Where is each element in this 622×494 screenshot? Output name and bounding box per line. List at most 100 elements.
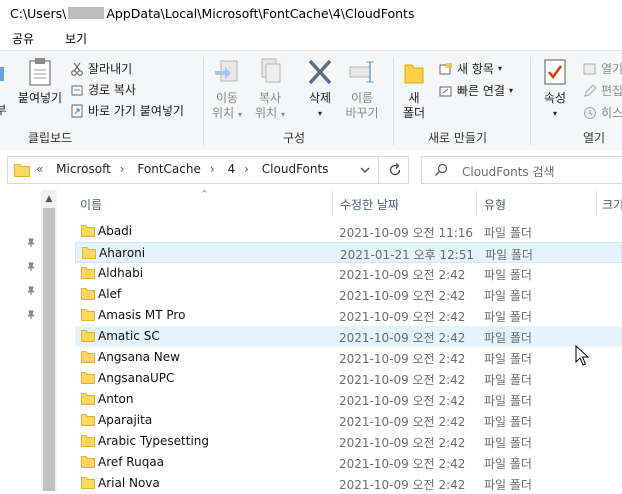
history-button[interactable]: 히스 (583, 104, 622, 121)
open-button[interactable]: 열기 (583, 60, 622, 77)
chevron-down-icon: ▾ (317, 109, 322, 118)
redacted-username (68, 7, 105, 19)
search-input[interactable]: CloudFonts 검색 (462, 163, 555, 180)
file-date: 2021-10-09 오전 2:42 (339, 289, 466, 303)
easy-access-button[interactable]: 빠른 연결 ▾ (439, 82, 513, 99)
column-name[interactable]: 이름 (80, 196, 102, 213)
copy-to-icon (261, 58, 281, 83)
rename-button[interactable]: 이름 바꾸기 (342, 57, 382, 121)
window-title: C:\Users\ AppData\Local\Microsoft\FontCac… (10, 6, 414, 21)
file-row[interactable]: Arabic Typesetting 2021-10-09 오전 2:42 파일 폴… (75, 431, 622, 452)
address-bar[interactable]: « Microsoft › FontCache › 4 › CloudFonts (7, 156, 409, 184)
move-to-icon (215, 60, 238, 82)
file-row[interactable]: Amasis MT Pro 2021-10-09 오전 2:42 파일 폴더 (75, 305, 622, 326)
file-name: Aref Ruqaa (98, 455, 165, 469)
folder-icon (81, 351, 95, 363)
nav-scrollbar[interactable]: ▲ (41, 190, 57, 491)
file-date: 2021-01-21 오후 12:51 (340, 248, 475, 262)
title-path-suffix: AppData\Local\Microsoft\FontCache\4\Clou… (106, 6, 415, 21)
pin-icon[interactable] (26, 310, 36, 320)
open-icon (583, 63, 596, 74)
breadcrumb: « Microsoft › FontCache › 4 › CloudFonts (36, 162, 337, 176)
pin-icon[interactable] (26, 286, 36, 296)
file-type: 파일 폴더 (484, 289, 532, 303)
column-divider[interactable] (596, 190, 597, 216)
pin-icon[interactable] (26, 238, 36, 248)
file-row[interactable]: AngsanaUPC 2021-10-09 오전 2:42 파일 폴더 (75, 368, 622, 389)
file-date: 2021-10-09 오전 11:16 (339, 226, 474, 240)
new-folder-button[interactable]: 새 폴더 (397, 57, 431, 121)
folder-icon (81, 435, 95, 447)
properties-button[interactable]: 속성 ▾ (535, 57, 575, 121)
delete-button[interactable]: 삭제 ▾ (300, 57, 340, 121)
open-label: 열기 (601, 62, 622, 76)
copy-to-button[interactable]: 복사 위치 ▾ (251, 57, 289, 122)
chevron-right-icon[interactable]: › (120, 162, 125, 176)
properties-check-icon (544, 59, 566, 85)
navigation-pane (0, 190, 40, 491)
file-date: 2021-10-09 오전 2:42 (339, 415, 466, 429)
breadcrumb-microsoft[interactable]: Microsoft (56, 162, 111, 176)
organize-group-label: 구성 (283, 131, 306, 145)
file-name: Aharoni (99, 246, 146, 260)
search-box[interactable]: CloudFonts 검색 (421, 156, 622, 184)
file-row[interactable]: Alef 2021-10-09 오전 2:42 파일 폴더 (75, 284, 622, 305)
copy-path-button[interactable]: 경로 복사 (70, 81, 136, 98)
breadcrumb-cloudfonts[interactable]: CloudFonts (262, 162, 329, 176)
file-row[interactable]: Aldhabi 2021-10-09 오전 2:42 파일 폴더 (75, 263, 622, 284)
paste-shortcut-button[interactable]: 바로 가기 붙여넣기 (70, 102, 184, 119)
column-date-modified[interactable]: 수정한 날짜 (340, 196, 399, 213)
file-row[interactable]: Amatic SC 2021-10-09 오전 2:42 파일 폴더 (75, 326, 622, 347)
breadcrumb-4[interactable]: 4 (228, 162, 236, 176)
search-icon (435, 163, 448, 176)
folder-icon (81, 309, 95, 321)
ribbon-separator (530, 57, 531, 145)
breadcrumb-overflow[interactable]: « (36, 162, 43, 176)
pin-quick-access-button[interactable]: 부 (0, 57, 8, 118)
scroll-up-arrow-icon[interactable]: ▲ (41, 194, 57, 206)
delete-x-icon (308, 59, 332, 85)
column-divider[interactable] (476, 190, 477, 216)
refresh-icon[interactable] (387, 162, 403, 178)
cut-button[interactable]: 잘라내기 (70, 60, 132, 77)
new-group-label: 새로 만들기 (428, 131, 488, 145)
chevron-down-icon[interactable] (360, 166, 370, 174)
new-item-button[interactable]: 새 항목 ▾ (439, 60, 502, 77)
history-icon (584, 106, 596, 119)
chevron-right-icon[interactable]: › (210, 162, 215, 176)
file-date: 2021-10-09 오전 2:42 (339, 268, 466, 282)
file-name: AngsanaUPC (98, 371, 175, 385)
file-type: 파일 폴더 (484, 310, 532, 324)
file-row[interactable]: Angsana New 2021-10-09 오전 2:42 파일 폴더 (75, 347, 622, 368)
menu-share[interactable]: 공유 (12, 30, 34, 47)
file-name: Arabic Typesetting (98, 434, 210, 448)
new-folder-icon (404, 64, 424, 84)
file-row[interactable]: Aparajita 2021-10-09 오전 2:42 파일 폴더 (75, 410, 622, 431)
paste-shortcut-icon (71, 104, 83, 117)
menu-view[interactable]: 보기 (65, 30, 87, 47)
pin-icon[interactable] (26, 262, 36, 272)
file-date: 2021-10-09 오전 2:42 (339, 457, 466, 471)
file-date: 2021-10-09 오전 2:42 (339, 310, 466, 324)
edit-button[interactable]: 편집 (583, 82, 622, 99)
delete-label: 삭제 (308, 91, 332, 105)
history-label: 히스 (601, 106, 622, 120)
properties-label: 속성 (543, 91, 567, 105)
column-type[interactable]: 유형 (484, 196, 506, 213)
chevron-down-icon: ▾ (552, 109, 557, 118)
file-row[interactable]: Anton 2021-10-09 오전 2:42 파일 폴더 (75, 389, 622, 410)
folder-icon (81, 225, 95, 237)
file-row[interactable]: Abadi 2021-10-09 오전 11:16 파일 폴더 (75, 221, 622, 242)
column-divider[interactable] (332, 190, 333, 216)
breadcrumb-fontcache[interactable]: FontCache (137, 162, 200, 176)
file-row[interactable]: Aharoni 2021-01-21 오후 12:51 파일 폴더 (75, 242, 622, 263)
move-to-button[interactable]: 이동 위치 ▾ (208, 57, 246, 122)
new-item-label: 새 항목 (457, 62, 494, 76)
chevron-right-icon[interactable]: › (244, 162, 249, 176)
scrollbar-thumb[interactable] (43, 208, 55, 491)
easy-access-icon (439, 86, 452, 96)
file-date: 2021-10-09 오전 2:42 (339, 352, 466, 366)
paste-button[interactable]: 붙여넣기 (15, 57, 65, 106)
file-row[interactable]: Aref Ruqaa 2021-10-09 오전 2:42 파일 폴더 (75, 452, 622, 473)
column-size[interactable]: 크기 (602, 196, 622, 213)
